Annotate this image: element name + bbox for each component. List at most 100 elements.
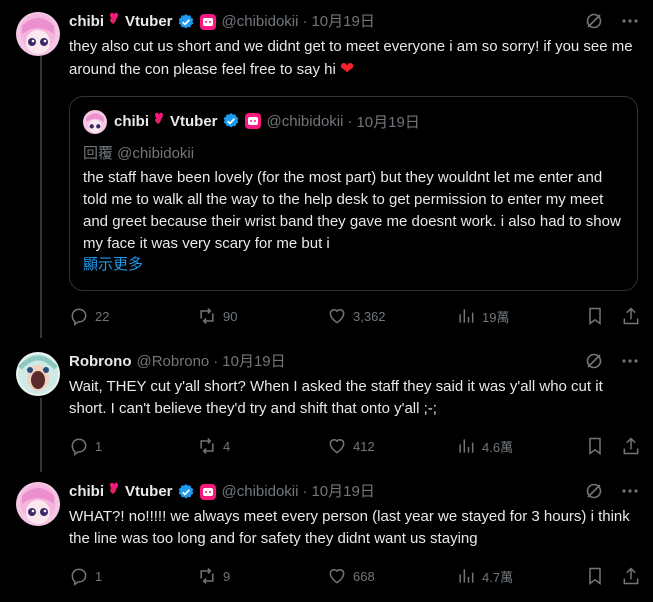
reply-icon	[71, 568, 87, 586]
thread-connector-line	[40, 56, 42, 338]
tweet-action-bar: 22 90 3,362 19萬	[69, 306, 639, 326]
avatar[interactable]	[16, 352, 60, 396]
verified-badge-icon	[177, 13, 195, 31]
view-count: 4.6萬	[482, 439, 514, 455]
reply-count: 1	[95, 568, 103, 584]
repost-button[interactable]: 4	[197, 436, 230, 456]
reply-icon	[71, 308, 87, 326]
quoted-tweet-text: the staff have been lovely (for the most…	[83, 169, 621, 252]
share-button[interactable]	[621, 566, 641, 586]
quoted-avatar[interactable]	[83, 110, 107, 134]
timestamp: 10月19日	[356, 113, 420, 131]
views-button[interactable]: 4.7萬	[456, 566, 513, 586]
display-name[interactable]: Robrono	[69, 352, 131, 372]
timestamp[interactable]: 10月19日	[311, 12, 374, 32]
bookmark-button[interactable]	[585, 436, 605, 456]
share-button[interactable]	[621, 306, 641, 326]
views-icon	[459, 569, 474, 583]
display-name: chibi	[114, 112, 150, 130]
avatar[interactable]	[16, 482, 60, 526]
affiliate-badge-icon	[199, 483, 217, 501]
like-icon	[329, 439, 345, 454]
quoted-tweet-header: chibi Vtuber @chibidokii · 10月19日	[114, 111, 420, 131]
affiliate-badge-icon	[244, 112, 262, 130]
repost-button[interactable]: 90	[197, 306, 237, 326]
handle[interactable]: @chibidokii	[222, 482, 299, 502]
heart-emoji-icon	[106, 12, 123, 33]
display-name[interactable]: chibi	[69, 482, 104, 502]
affiliate-badge-icon	[199, 13, 217, 31]
grok-icon[interactable]	[585, 12, 603, 35]
repost-icon	[200, 437, 214, 455]
avatar[interactable]	[16, 12, 60, 56]
show-more-link[interactable]: 顯示更多	[83, 254, 143, 276]
share-icon	[623, 307, 639, 325]
display-name[interactable]: chibi	[69, 12, 104, 32]
views-button[interactable]: 19萬	[456, 306, 509, 326]
handle[interactable]: @Robrono	[136, 352, 209, 372]
thread-connector-line	[40, 398, 42, 472]
bookmark-icon	[589, 567, 601, 585]
repost-count: 9	[223, 568, 231, 584]
more-options-icon[interactable]	[621, 352, 639, 375]
reply-button[interactable]: 22	[69, 306, 109, 326]
repost-icon	[200, 307, 214, 325]
bookmark-button[interactable]	[585, 306, 605, 326]
bookmark-icon	[589, 307, 601, 325]
view-count: 19萬	[482, 309, 510, 325]
replying-to-label: 回覆 @chibidokii	[83, 145, 195, 162]
more-options-icon[interactable]	[621, 12, 639, 35]
timestamp[interactable]: 10月19日	[311, 482, 374, 502]
more-options-icon[interactable]	[621, 482, 639, 505]
handle[interactable]: @chibidokii	[222, 12, 299, 32]
timestamp[interactable]: 10月19日	[222, 352, 285, 372]
display-name-suffix[interactable]: Vtuber	[125, 482, 173, 502]
tweet-action-bar: 1 9 668 4.7萬	[69, 566, 639, 586]
share-icon	[623, 437, 639, 455]
display-name-suffix[interactable]: Vtuber	[125, 12, 173, 32]
separator-dot: ·	[347, 112, 353, 130]
heart-emoji-icon	[151, 112, 168, 131]
tweet-action-bar: 1 4 412 4.6萬	[69, 436, 639, 456]
grok-icon[interactable]	[585, 482, 603, 505]
handle: @chibidokii	[266, 112, 344, 130]
separator-dot: ·	[213, 353, 219, 370]
tweet-text: they also cut us short and we didnt get …	[69, 38, 637, 78]
verified-badge-icon	[177, 483, 195, 501]
like-count: 412	[353, 438, 375, 454]
like-button[interactable]: 668	[327, 566, 375, 586]
like-icon	[329, 309, 345, 324]
views-button[interactable]: 4.6萬	[456, 436, 513, 456]
view-count: 4.7萬	[482, 569, 514, 585]
views-icon	[459, 439, 474, 453]
tweet-text: Wait, THEY cut y'all short? When I asked…	[69, 378, 607, 417]
like-count: 3,362	[353, 308, 386, 324]
tweet-header: chibi Vtuber @chibidokii · 10月19日	[69, 12, 639, 32]
reply-count: 22	[95, 308, 110, 324]
reply-icon	[71, 438, 87, 456]
reply-count: 1	[95, 438, 103, 454]
reply-button[interactable]: 1	[69, 566, 102, 586]
repost-count: 90	[223, 308, 238, 324]
repost-count: 4	[223, 438, 231, 454]
separator-dot: ·	[302, 483, 308, 500]
like-icon	[329, 569, 345, 584]
share-button[interactable]	[621, 436, 641, 456]
views-icon	[459, 309, 474, 323]
like-button[interactable]: 3,362	[327, 306, 386, 326]
red-heart-emoji-icon: ❤	[340, 59, 355, 78]
like-count: 668	[353, 568, 375, 584]
like-button[interactable]: 412	[327, 436, 375, 456]
heart-emoji-icon	[106, 482, 123, 503]
reply-button[interactable]: 1	[69, 436, 102, 456]
bookmark-icon	[589, 437, 601, 455]
bookmark-button[interactable]	[585, 566, 605, 586]
tweet-text: WHAT?! no!!!!! we always meet every pers…	[69, 508, 634, 547]
tweet-header: chibi Vtuber @chibidokii · 10月19日	[69, 482, 639, 502]
quoted-tweet-card[interactable]: chibi Vtuber @chibidokii · 10月19日 回覆 @ch…	[69, 96, 638, 291]
repost-icon	[200, 567, 214, 585]
repost-button[interactable]: 9	[197, 566, 230, 586]
verified-badge-icon	[222, 112, 240, 130]
share-icon	[623, 567, 639, 585]
grok-icon[interactable]	[585, 352, 603, 375]
